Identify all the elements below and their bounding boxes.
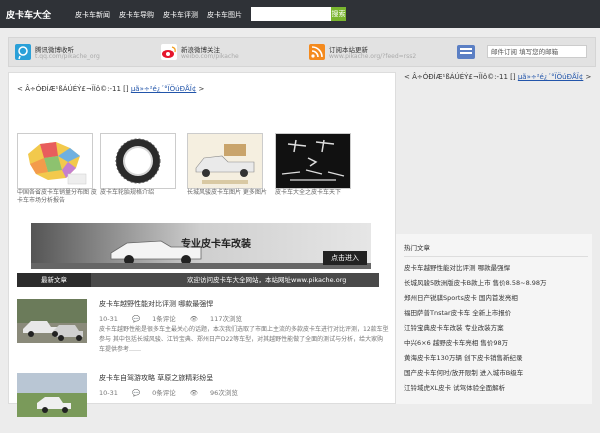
views-icon: 👁 — [189, 315, 199, 323]
list-item[interactable]: 福田萨普Tnstar皮卡车 全新上市报价 — [404, 307, 547, 322]
sina-weibo-icon — [161, 44, 177, 60]
banner-title: 专业皮卡车改装 — [181, 239, 251, 250]
banner-enter-button[interactable]: 点击进入 — [323, 251, 367, 265]
post-excerpt: 皮卡车越野性能是很多车主最关心的话题，本次我们选取了市面上主流的多款皮卡车进行对… — [99, 326, 389, 353]
post-meta: 10-31 💬 0条评论 👁 96次浏览 — [99, 387, 250, 397]
site-logo[interactable]: 皮卡车大全 — [6, 8, 51, 21]
thumb-caption[interactable]: 长城风骏皮卡车图片 更多图片 — [187, 189, 267, 197]
nav-item-guide[interactable]: 皮卡车导购 — [119, 10, 154, 20]
hot-posts-list: 皮卡车越野性能对比评测 哪款最强悍 长城风骏5欧洲版皮卡B款上市 售价8.58~… — [404, 262, 547, 397]
breadcrumb: < Â÷ÓĐÍÆ¹ßÁÚÉÝ£¬ÏÍô©:-11 [] µã»÷²é¿´°ÏÖú… — [17, 85, 204, 93]
weibo-follow-url[interactable]: weibo.com/pikache — [181, 53, 239, 60]
post-date: 10-31 — [99, 389, 118, 397]
nav-item-pictures[interactable]: 皮卡车图片 — [207, 10, 242, 20]
nav-item-review[interactable]: 皮卡车评测 — [163, 10, 198, 20]
thumb-caption[interactable]: 皮卡车轮胎规格介绍 — [100, 189, 180, 197]
list-item: 皮卡车自驾游攻略 草原之旅精彩纷呈 10-31 💬 0条评论 👁 96次浏览 — [17, 373, 387, 433]
thumb-tire[interactable] — [100, 133, 176, 189]
thumb-calligraphy[interactable] — [275, 133, 351, 189]
breadcrumb-link[interactable]: µã»÷²é¿´°ÏÖúÐÅÏ¢ — [131, 85, 196, 93]
tire-image — [101, 134, 175, 188]
top-navigation-bar: 皮卡车大全 皮卡车新闻 皮卡车导购 皮卡车评测 皮卡车图片 视频 论坛 搜索 — [0, 0, 600, 28]
post-thumbnail-image — [17, 299, 87, 343]
thumb-caption[interactable]: 中国各省皮卡车销量分布图 皮卡车市场分析报告 — [17, 189, 97, 205]
rss-url[interactable]: www.pikache.org/?feed=rss2 — [329, 53, 416, 60]
list-item[interactable]: 皮卡车越野性能对比评测 哪款最强悍 — [404, 262, 547, 277]
pickup-truck-image — [188, 134, 262, 188]
tencent-weibo-icon — [15, 44, 31, 60]
mail-icon — [457, 45, 475, 59]
sidebar-notice: < Â÷ÓĐÍÆ¹ßÁÚÉÝ£¬ÏÍô©:-11 [] µã»÷²é¿´°ÏÖú… — [404, 72, 594, 83]
post-date: 10-31 — [99, 315, 118, 323]
thumb-caption[interactable]: 皮卡车大全之皮卡车天下 — [275, 189, 355, 197]
post-meta: 10-31 💬 1条评论 👁 117次浏览 — [99, 313, 254, 323]
breadcrumb-text: < Â÷ÓĐÍÆ¹ßÁÚÉÝ£¬ÏÍô©:-11 [] — [17, 85, 129, 93]
comment-icon: 💬 — [131, 389, 141, 397]
breadcrumb-end: > — [198, 85, 205, 93]
post-title[interactable]: 皮卡车自驾游攻略 草原之旅精彩纷呈 — [99, 373, 213, 383]
list-item: 皮卡车越野性能对比评测 哪款最强悍 10-31 💬 1条评论 👁 117次浏览 皮卡… — [17, 299, 389, 359]
sidebar-notice-end: > — [585, 73, 592, 81]
post-thumbnail[interactable] — [17, 299, 87, 343]
list-item[interactable]: 黄海皮卡车130万辆 创下皮卡销售新纪录 — [404, 352, 547, 367]
list-item[interactable]: 中兴6×6 越野皮卡车亮相 售价98万 — [404, 337, 547, 352]
list-item[interactable]: 江铃宝典皮卡车改装 专业改装方案 — [404, 322, 547, 337]
list-item[interactable]: 江铃域虎XL皮卡 试驾体验全面解析 — [404, 382, 547, 397]
sidebar-notice-text: < Â÷ÓĐÍÆ¹ßÁÚÉÝ£¬ÏÍô©:-11 [] — [404, 73, 516, 81]
sidebar-notice-link[interactable]: µã»÷²é¿´°ÏÖúÐÅÏ¢ — [518, 73, 583, 81]
list-item[interactable]: 郑州日产锐骐Sports皮卡 国内首发亮相 — [404, 292, 547, 307]
post-views: 96次浏览 — [210, 389, 238, 397]
post-title[interactable]: 皮卡车越野性能对比评测 哪款最强悍 — [99, 299, 213, 309]
thumb-china-map[interactable] — [17, 133, 93, 189]
qq-follow-url[interactable]: t.qq.com/pikache_org — [35, 53, 100, 60]
comment-icon: 💬 — [131, 315, 141, 323]
tab-bar: 最新文章 欢迎访问皮卡车大全网站，本站网址www.pikache.org — [17, 273, 379, 287]
welcome-marquee: 欢迎访问皮卡车大全网站，本站网址www.pikache.org — [187, 276, 347, 284]
main-content: < Â÷ÓĐÍÆ¹ßÁÚÉÝ£¬ÏÍô©:-11 [] µã»÷²é¿´°ÏÖú… — [8, 72, 396, 417]
post-comments[interactable]: 1条评论 — [152, 315, 176, 323]
email-subscribe-input[interactable]: 邮件订阅 填写您的邮箱 — [487, 45, 587, 58]
modification-banner[interactable]: 专业皮卡车改装 点击进入 — [31, 223, 371, 269]
rss-icon — [309, 44, 325, 60]
tab-latest-posts[interactable]: 最新文章 — [17, 273, 91, 287]
post-comments[interactable]: 0条评论 — [152, 389, 176, 397]
widget-divider — [404, 256, 588, 257]
search-button[interactable]: 搜索 — [331, 7, 346, 21]
post-views: 117次浏览 — [210, 315, 242, 323]
post-thumbnail[interactable] — [17, 373, 87, 417]
views-icon: 👁 — [189, 389, 199, 397]
widget-title: 热门文章 — [404, 244, 430, 252]
follow-bar: 腾讯微博收听 t.qq.com/pikache_org 新浪微博关注 weibo… — [8, 37, 596, 67]
post-thumbnail-image — [17, 373, 87, 417]
thumb-pickup-truck[interactable] — [187, 133, 263, 189]
sidebar: < Â÷ÓĐÍÆ¹ßÁÚÉÝ£¬ÏÍô©:-11 [] µã»÷²é¿´°ÏÖú… — [396, 72, 596, 404]
china-map-image — [18, 134, 92, 188]
search-input[interactable] — [251, 7, 331, 21]
calligraphy-image — [276, 134, 350, 188]
nav-item-news[interactable]: 皮卡车新闻 — [75, 10, 110, 20]
list-item[interactable]: 国产皮卡车何时/放开限制 进入城市B级车 — [404, 367, 547, 382]
list-item[interactable]: 长城风骏5欧洲版皮卡B款上市 售价8.58~8.98万 — [404, 277, 547, 292]
hot-posts-widget: 热门文章 皮卡车越野性能对比评测 哪款最强悍 长城风骏5欧洲版皮卡B款上市 售价… — [396, 234, 592, 404]
